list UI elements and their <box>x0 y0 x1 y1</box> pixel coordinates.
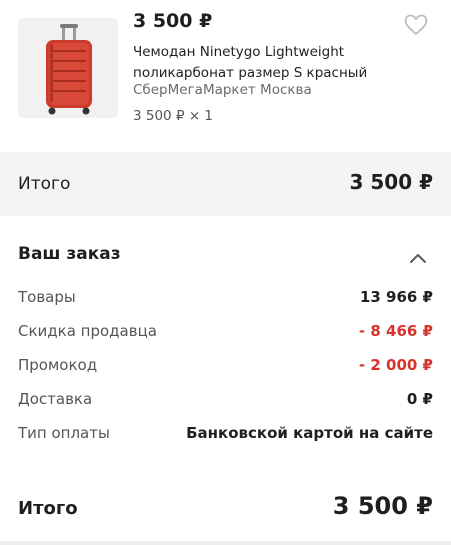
order-row-value: 0 ₽ <box>406 390 433 408</box>
chevron-up-icon[interactable] <box>409 249 427 263</box>
order-total-label: Итого <box>18 498 78 519</box>
heart-outline-icon[interactable] <box>404 14 428 36</box>
order-row-seller-discount: Скидка продавца - 8 466 ₽ <box>18 322 433 348</box>
order-row-value: 13 966 ₽ <box>359 288 433 306</box>
cart-total-value: 3 500 ₽ <box>349 170 433 194</box>
cart-item: 3 500 ₽ Чемодан Ninetygo Lightweight пол… <box>0 0 451 152</box>
order-row-value: - 2 000 ₽ <box>358 356 433 374</box>
order-summary-heading: Ваш заказ <box>18 244 121 264</box>
order-row-goods: Товары 13 966 ₽ <box>18 288 433 314</box>
order-row-label: Промокод <box>18 356 98 374</box>
order-row-delivery: Доставка 0 ₽ <box>18 390 433 416</box>
order-total-value: 3 500 ₽ <box>332 492 433 520</box>
product-title[interactable]: Чемодан Ninetygo Lightweight поликарбона… <box>133 42 433 84</box>
product-image[interactable] <box>18 18 118 118</box>
order-row-label: Товары <box>18 288 76 306</box>
order-row-payment-type: Тип оплаты Банковской картой на сайте <box>18 424 433 450</box>
price-quantity: 3 500 ₽ × 1 <box>133 108 214 124</box>
order-row-value: Банковской картой на сайте <box>186 424 433 442</box>
order-summary: Ваш заказ Товары 13 966 ₽ Скидка продавц… <box>0 230 451 545</box>
order-row-promo-code: Промокод - 2 000 ₽ <box>18 356 433 382</box>
suitcase-icon <box>18 18 118 118</box>
order-row-label: Доставка <box>18 390 93 408</box>
order-row-label: Тип оплаты <box>18 424 110 442</box>
cart-total-band: Итого 3 500 ₽ <box>0 152 451 216</box>
divider <box>0 541 451 545</box>
order-row-value: - 8 466 ₽ <box>358 322 433 340</box>
order-row-label: Скидка продавца <box>18 322 157 340</box>
cart-total-label: Итого <box>18 174 71 194</box>
product-price: 3 500 ₽ <box>133 10 213 32</box>
seller-name: СберМегаМаркет Москва <box>133 82 312 98</box>
